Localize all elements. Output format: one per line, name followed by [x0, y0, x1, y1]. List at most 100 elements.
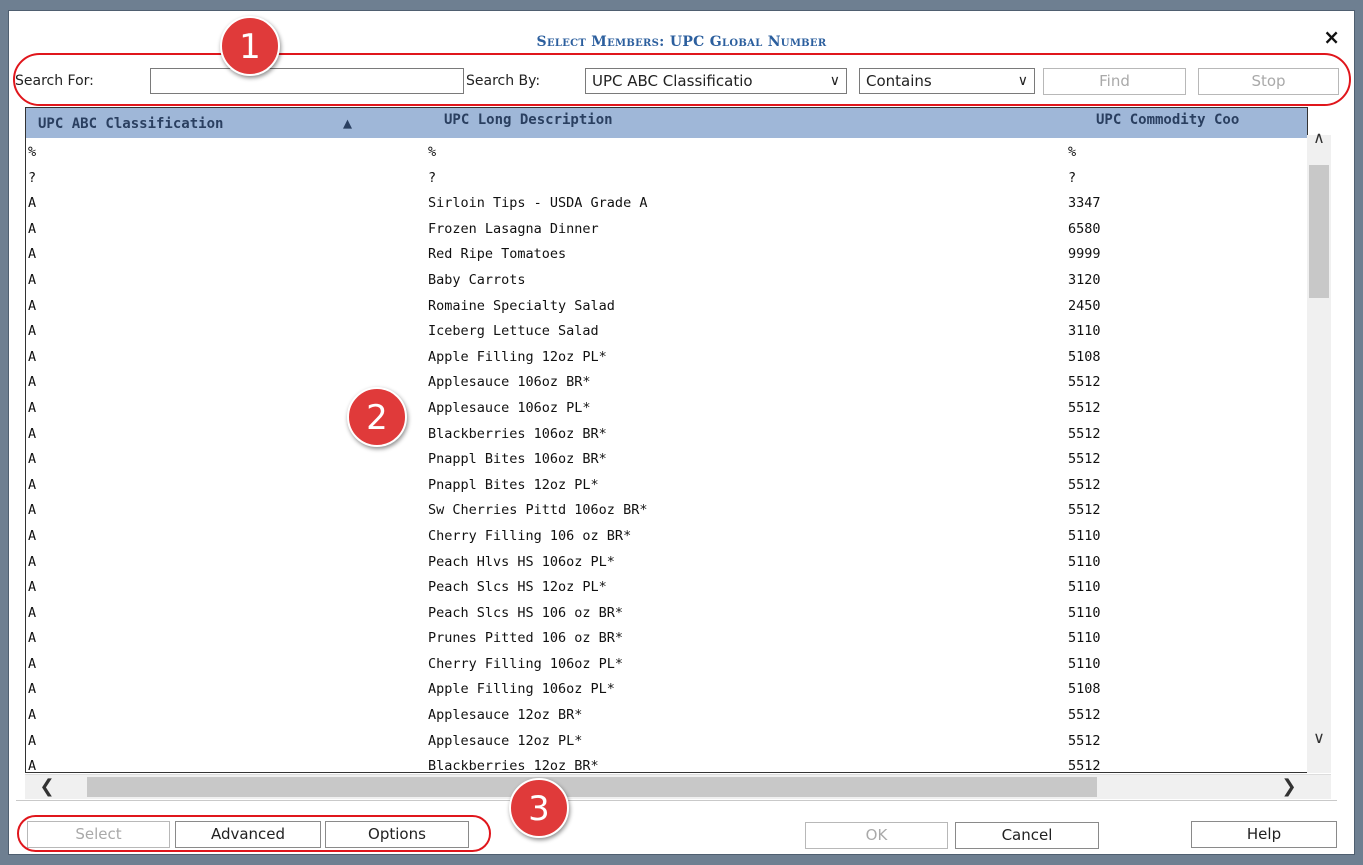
horizontal-scrollbar[interactable]: ❮ ❯ — [25, 774, 1331, 799]
table-row[interactable]: A Frozen Lasagna Dinner 6580 — [26, 221, 1306, 247]
cell-long-description: Apple Filling 12oz PL* — [428, 348, 607, 365]
table-row[interactable]: A Pnappl Bites 12oz PL* 5512 — [26, 477, 1306, 503]
cell-abc-classification: A — [28, 246, 37, 263]
ok-button[interactable]: OK — [805, 822, 948, 849]
table-row[interactable]: A Red Ripe Tomatoes 9999 — [26, 246, 1306, 272]
cell-commodity-code: 3120 — [1068, 271, 1101, 288]
cell-commodity-code: 5512 — [1068, 425, 1101, 442]
cell-commodity-code: 5512 — [1068, 399, 1101, 416]
cell-abc-classification: A — [28, 732, 37, 749]
search-for-input[interactable] — [150, 68, 464, 94]
cell-abc-classification: A — [28, 502, 37, 519]
cell-abc-classification: A — [28, 579, 37, 596]
cell-long-description: Romaine Specialty Salad — [428, 297, 615, 314]
vertical-scroll-thumb[interactable] — [1309, 165, 1329, 298]
chevron-up-icon[interactable]: ∧ — [1309, 127, 1329, 149]
table-row[interactable]: A Pnappl Bites 106oz BR* 5512 — [26, 451, 1306, 477]
table-row[interactable]: A Cherry Filling 106oz PL* 5110 — [26, 656, 1306, 682]
cell-long-description: Pnappl Bites 106oz BR* — [428, 451, 607, 468]
cell-commodity-code: 3347 — [1068, 195, 1101, 212]
table-row[interactable]: A Peach Slcs HS 106 oz BR* 5110 — [26, 605, 1306, 631]
advanced-button[interactable]: Advanced — [175, 821, 321, 848]
callout-badge-2: 2 — [347, 387, 407, 447]
cell-long-description: Cherry Filling 106oz PL* — [428, 655, 624, 672]
cell-abc-classification: A — [28, 220, 37, 237]
cell-long-description: Peach Slcs HS 106 oz BR* — [428, 604, 624, 621]
cell-long-description: Blackberries 12oz BR* — [428, 758, 599, 773]
cell-commodity-code: 5110 — [1068, 579, 1101, 596]
table-row[interactable]: A Applesauce 12oz PL* 5512 — [26, 733, 1306, 759]
cell-commodity-code: 5512 — [1068, 476, 1101, 493]
table-row[interactable]: A Applesauce 12oz BR* 5512 — [26, 707, 1306, 733]
options-button[interactable]: Options — [325, 821, 469, 848]
dialog-title: Select Members: UPC Global Number — [536, 34, 827, 50]
table-row[interactable]: A Blackberries 106oz BR* 5512 — [26, 426, 1306, 452]
table-row[interactable]: A Peach Hlvs HS 106oz PL* 5110 — [26, 554, 1306, 580]
cell-abc-classification: A — [28, 451, 37, 468]
grid-header: UPC ABC Classification ▲ UPC Long Descri… — [26, 108, 1307, 138]
cell-commodity-code: 5110 — [1068, 527, 1101, 544]
table-row[interactable]: A Sw Cherries Pittd 106oz BR* 5512 — [26, 502, 1306, 528]
select-button[interactable]: Select — [27, 821, 170, 848]
column-header-description[interactable]: UPC Long Description — [444, 112, 613, 128]
table-row[interactable]: A Sirloin Tips - USDA Grade A 3347 — [26, 195, 1306, 221]
chevron-down-icon[interactable]: ∨ — [1309, 727, 1329, 749]
cell-abc-classification: A — [28, 553, 37, 570]
find-button[interactable]: Find — [1043, 68, 1186, 95]
table-row[interactable]: A Peach Slcs HS 12oz PL* 5110 — [26, 579, 1306, 605]
cell-commodity-code: 5110 — [1068, 553, 1101, 570]
cell-commodity-code: 5512 — [1068, 758, 1101, 773]
search-by-select[interactable]: UPC ABC Classificatio ∨ — [585, 68, 847, 94]
cell-long-description: Applesauce 12oz BR* — [428, 707, 583, 724]
table-row[interactable]: A Cherry Filling 106 oz BR* 5110 — [26, 528, 1306, 554]
table-row[interactable]: A Iceberg Lettuce Salad 3110 — [26, 323, 1306, 349]
chevron-right-icon[interactable]: ❯ — [1277, 775, 1301, 799]
cell-long-description: Prunes Pitted 106 oz BR* — [428, 630, 624, 647]
column-header-abc[interactable]: UPC ABC Classification — [38, 116, 223, 132]
table-row[interactable]: A Applesauce 106oz PL* 5512 — [26, 400, 1306, 426]
help-button[interactable]: Help — [1191, 821, 1337, 848]
cell-abc-classification: A — [28, 758, 37, 773]
cell-commodity-code: 5110 — [1068, 630, 1101, 647]
cell-abc-classification: A — [28, 655, 37, 672]
cell-commodity-code: 5512 — [1068, 502, 1101, 519]
cell-commodity-code: ? — [1068, 169, 1077, 186]
cancel-button[interactable]: Cancel — [955, 822, 1099, 849]
cell-commodity-code: 3110 — [1068, 323, 1101, 340]
table-row[interactable]: A Apple Filling 12oz PL* 5108 — [26, 349, 1306, 375]
chevron-left-icon[interactable]: ❮ — [35, 775, 59, 799]
cell-long-description: Baby Carrots — [428, 271, 526, 288]
cell-long-description: Peach Hlvs HS 106oz PL* — [428, 553, 615, 570]
cell-long-description: Applesauce 106oz PL* — [428, 399, 591, 416]
cell-abc-classification: A — [28, 425, 37, 442]
cell-commodity-code: 2450 — [1068, 297, 1101, 314]
horizontal-scroll-thumb[interactable] — [87, 777, 1097, 797]
search-for-label: Search For: — [15, 73, 94, 89]
chevron-down-icon: ∨ — [1017, 73, 1028, 89]
members-grid: UPC ABC Classification ▲ UPC Long Descri… — [25, 107, 1308, 773]
cell-long-description: Cherry Filling 106 oz BR* — [428, 527, 632, 544]
column-header-commodity[interactable]: UPC Commodity Coo — [1096, 112, 1239, 128]
cell-abc-classification: A — [28, 681, 37, 698]
close-icon[interactable]: × — [1323, 27, 1340, 47]
table-row[interactable]: %%% — [26, 144, 1306, 170]
vertical-scrollbar[interactable]: ∧ ∨ — [1307, 128, 1331, 773]
cell-long-description: Pnappl Bites 12oz PL* — [428, 476, 599, 493]
callout-badge-1: 1 — [220, 16, 280, 76]
table-row[interactable]: A Romaine Specialty Salad 2450 — [26, 298, 1306, 324]
cell-abc-classification: A — [28, 707, 37, 724]
table-row[interactable]: A Applesauce 106oz BR* 5512 — [26, 374, 1306, 400]
cell-commodity-code: 6580 — [1068, 220, 1101, 237]
table-row[interactable]: A Blackberries 12oz BR* 5512 — [26, 758, 1306, 773]
cell-abc-classification: A — [28, 374, 37, 391]
table-row[interactable]: A Baby Carrots 3120 — [26, 272, 1306, 298]
cell-long-description: Apple Filling 106oz PL* — [428, 681, 615, 698]
table-row[interactable]: A Prunes Pitted 106 oz BR* 5110 — [26, 630, 1306, 656]
cell-commodity-code: 5512 — [1068, 707, 1101, 724]
table-row[interactable]: A Apple Filling 106oz PL* 5108 — [26, 681, 1306, 707]
cell-abc-classification: A — [28, 271, 37, 288]
table-row[interactable]: ??? — [26, 170, 1306, 196]
cell-abc-classification: A — [28, 630, 37, 647]
match-mode-select[interactable]: Contains ∨ — [859, 68, 1035, 94]
stop-button[interactable]: Stop — [1198, 68, 1339, 95]
